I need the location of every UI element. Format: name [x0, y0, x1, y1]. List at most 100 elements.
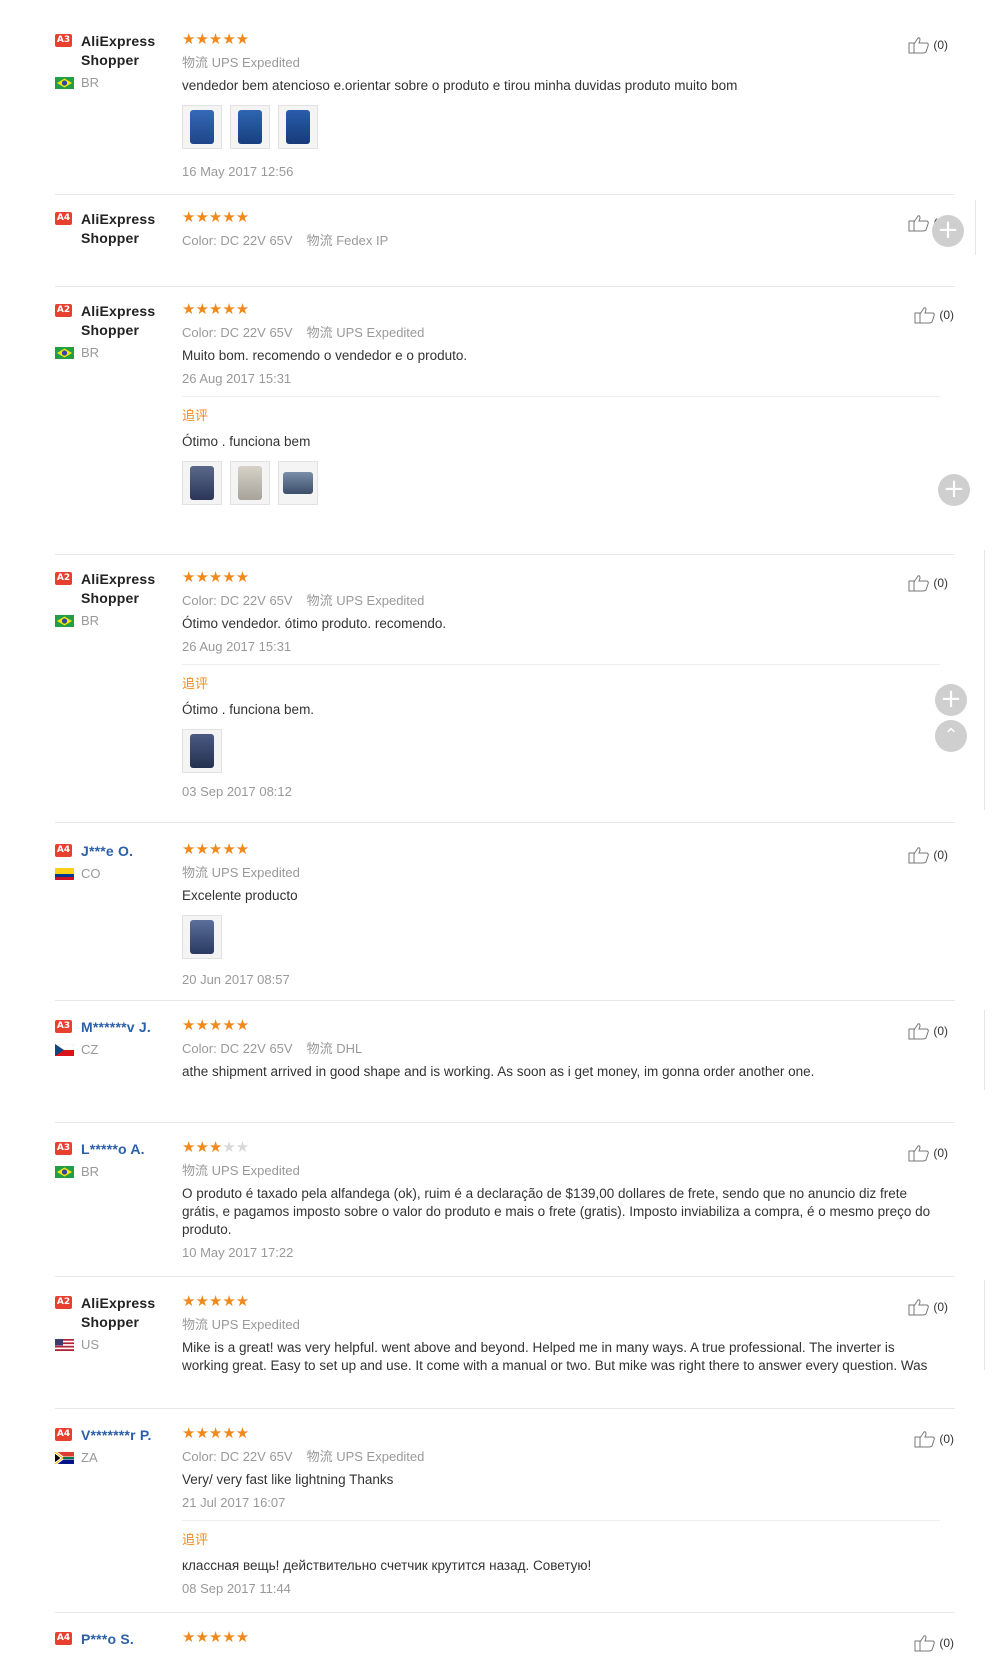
star-rating: ★★★★★: [182, 301, 250, 318]
reviewer-name-line2: Shopper: [81, 230, 140, 246]
reviewer-name-line2: Shopper: [81, 52, 140, 68]
review-text: Excelente producto: [182, 888, 298, 903]
followup-date: 03 Sep 2017 08:12: [182, 784, 292, 799]
review-photos: [182, 105, 940, 149]
reviewer-name[interactable]: AliExpress: [81, 570, 155, 589]
review-text: Muito bom. recomendo o vendedor e o prod…: [182, 348, 468, 363]
review-meta: Color: DC 22V 65V 物流 UPS Expedited: [182, 1449, 425, 1464]
helpful-count: (0): [933, 1146, 948, 1160]
reviewer-name[interactable]: AliExpress: [81, 32, 155, 51]
review-content: ★★★★★: [182, 1630, 940, 1646]
star-rating: ★★★★★: [182, 1139, 250, 1156]
review-photo[interactable]: [278, 461, 318, 505]
helpful-button[interactable]: (0): [908, 1298, 948, 1316]
country: CZ: [55, 1042, 170, 1057]
country-code: ZA: [81, 1450, 98, 1465]
helpful-count: (0): [939, 1432, 954, 1446]
star-rating: ★★★★★: [182, 841, 250, 858]
reviewer-name[interactable]: V*******r P.: [81, 1426, 152, 1445]
review-photo[interactable]: [230, 105, 270, 149]
reviewer-name[interactable]: AliExpress: [81, 302, 155, 321]
review-photos: [182, 915, 940, 959]
review-meta: 物流 UPS Expedited: [182, 55, 300, 70]
helpful-button[interactable]: (0): [908, 846, 948, 864]
flag-br-icon: [55, 1165, 74, 1178]
thumbs-up-icon: [914, 307, 936, 324]
review-photo[interactable]: [182, 461, 222, 505]
flag-za-icon: [55, 1451, 74, 1464]
review-content: ★★★★★ Color: DC 22V 65V 物流 Fedex IP: [182, 210, 940, 250]
followup-label: 追评: [182, 1532, 209, 1547]
review-date: 16 May 2017 12:56: [182, 164, 294, 179]
reviewer-name[interactable]: J***e O.: [81, 842, 133, 861]
country: ZA: [55, 1450, 170, 1465]
review-photo[interactable]: [230, 461, 270, 505]
country-code: BR: [81, 345, 100, 360]
reviewer-name[interactable]: AliExpress: [81, 210, 155, 229]
review-text: athe shipment arrived in good shape and …: [182, 1064, 815, 1079]
review-meta: 物流 UPS Expedited: [182, 1163, 300, 1178]
star-rating: ★★★★★: [182, 1630, 250, 1646]
reviewer-name[interactable]: AliExpress: [81, 1294, 155, 1313]
helpful-button[interactable]: (0): [914, 1430, 954, 1448]
review-text: Mike is a great! was very helpful. went …: [182, 1340, 928, 1373]
level-badge: A2: [55, 1296, 72, 1309]
level-badge: A3: [55, 34, 72, 47]
reviewer-name[interactable]: L*****o A.: [81, 1140, 145, 1159]
reviewer-name-line2: Shopper: [81, 590, 140, 606]
thumbs-up-icon: [908, 215, 930, 232]
review-photo[interactable]: [182, 729, 222, 773]
level-badge: A3: [55, 1020, 72, 1033]
helpful-button[interactable]: (0): [914, 1634, 954, 1652]
scroll-top-icon[interactable]: ⌃: [935, 720, 967, 752]
followup-photos: [182, 461, 940, 505]
review-item: A4 P***o S. ★★★★★ (0): [0, 1630, 1000, 1667]
reviewer-name[interactable]: P***o S.: [81, 1630, 134, 1649]
review-photo[interactable]: [182, 105, 222, 149]
thumbs-up-icon: [908, 1023, 930, 1040]
review-date: 21 Jul 2017 16:07: [182, 1495, 286, 1510]
scroll-divider: [975, 200, 976, 255]
followup-label: 追评: [182, 676, 209, 691]
helpful-count: (0): [939, 308, 954, 322]
helpful-button[interactable]: (0): [908, 1022, 948, 1040]
followup-photos: [182, 729, 940, 773]
country: BR: [55, 1164, 170, 1179]
thumbs-up-icon: [908, 575, 930, 592]
thumbs-up-icon: [908, 37, 930, 54]
review-meta: Color: DC 22V 65V 物流 Fedex IP: [182, 233, 389, 248]
review-photo[interactable]: [182, 915, 222, 959]
reviewer-info: A4 P***o S.: [55, 1630, 170, 1649]
review-item: A2 AliExpress Shopper US ★★★★★ 物流 UPS Ex…: [0, 1294, 1000, 1380]
country: US: [55, 1337, 170, 1352]
helpful-count: (0): [933, 1300, 948, 1314]
add-icon[interactable]: +: [932, 215, 964, 247]
review-content: ★★★★★ Color: DC 22V 65V 物流 UPS Expedited …: [182, 570, 940, 801]
divider: [55, 1276, 955, 1277]
country-code: BR: [81, 75, 100, 90]
helpful-button[interactable]: (0): [914, 306, 954, 324]
review-photo[interactable]: [278, 105, 318, 149]
country-code: US: [81, 1337, 100, 1352]
helpful-count: (0): [939, 1636, 954, 1650]
add-icon[interactable]: +: [938, 474, 970, 506]
helpful-button[interactable]: (0): [908, 36, 948, 54]
reviewer-name[interactable]: M******v J.: [81, 1018, 151, 1037]
scroll-divider: [984, 1010, 985, 1090]
divider: [55, 1408, 955, 1409]
review-date: 20 Jun 2017 08:57: [182, 972, 290, 987]
helpful-button[interactable]: (0): [908, 1144, 948, 1162]
reviewer-info: A3 AliExpress Shopper BR: [55, 32, 170, 90]
star-rating: ★★★★★: [182, 209, 250, 226]
star-rating: ★★★★★: [182, 31, 250, 48]
divider: [55, 554, 955, 555]
followup-text: Ótimo . funciona bem.: [182, 702, 315, 717]
flag-br-icon: [55, 76, 74, 89]
review-meta: 物流 UPS Expedited: [182, 865, 300, 880]
add-icon[interactable]: +: [935, 684, 967, 716]
reviewer-info: A4 V*******r P. ZA: [55, 1426, 170, 1465]
divider: [55, 1122, 955, 1123]
helpful-button[interactable]: (0): [908, 574, 948, 592]
divider: [55, 286, 955, 287]
thumbs-up-icon: [914, 1431, 936, 1448]
